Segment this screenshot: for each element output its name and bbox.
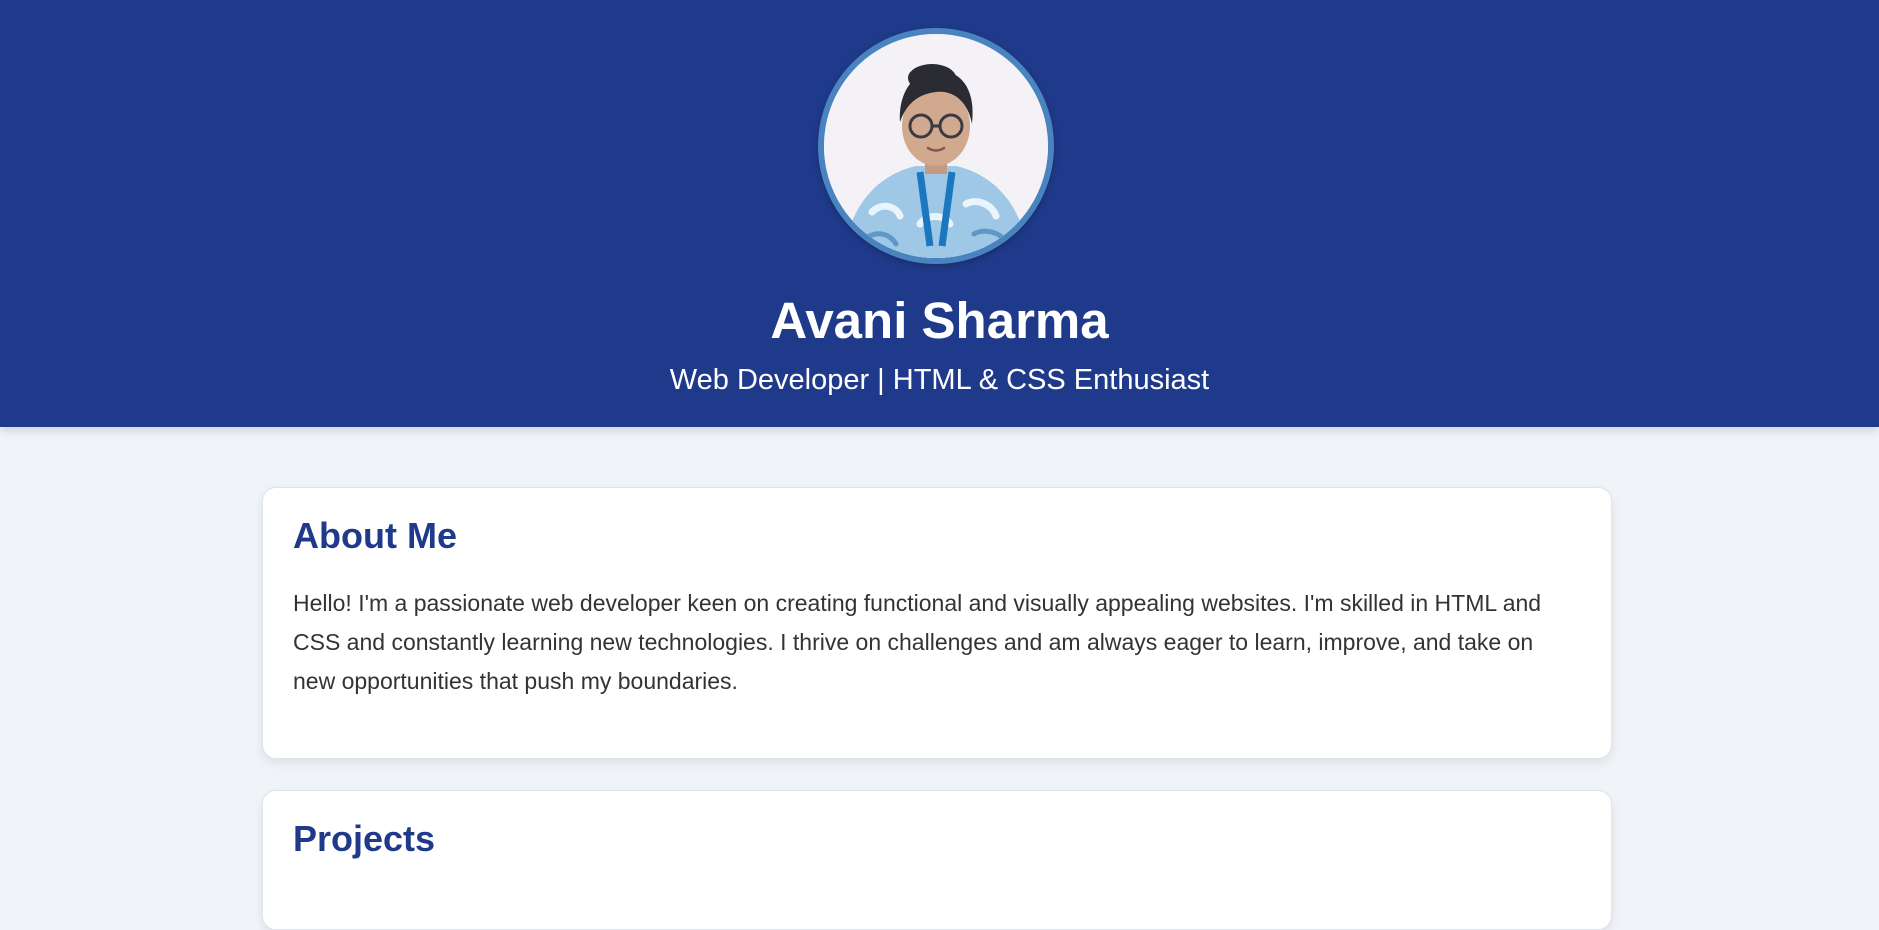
about-section: About Me Hello! I'm a passionate web dev… [262, 487, 1612, 759]
about-text: Hello! I'm a passionate web developer ke… [293, 590, 1542, 694]
profile-avatar [818, 28, 1054, 264]
profile-photo-illustration [824, 34, 1048, 258]
profile-tagline: Web Developer | HTML & CSS Enthusiast [669, 364, 1210, 396]
profile-header: Avani Sharma Web Developer | HTML & CSS … [0, 0, 1879, 427]
about-title: About Me [293, 515, 457, 556]
profile-name: Avani Sharma [770, 292, 1109, 349]
projects-section: Projects [262, 790, 1612, 930]
projects-title: Projects [293, 818, 436, 859]
